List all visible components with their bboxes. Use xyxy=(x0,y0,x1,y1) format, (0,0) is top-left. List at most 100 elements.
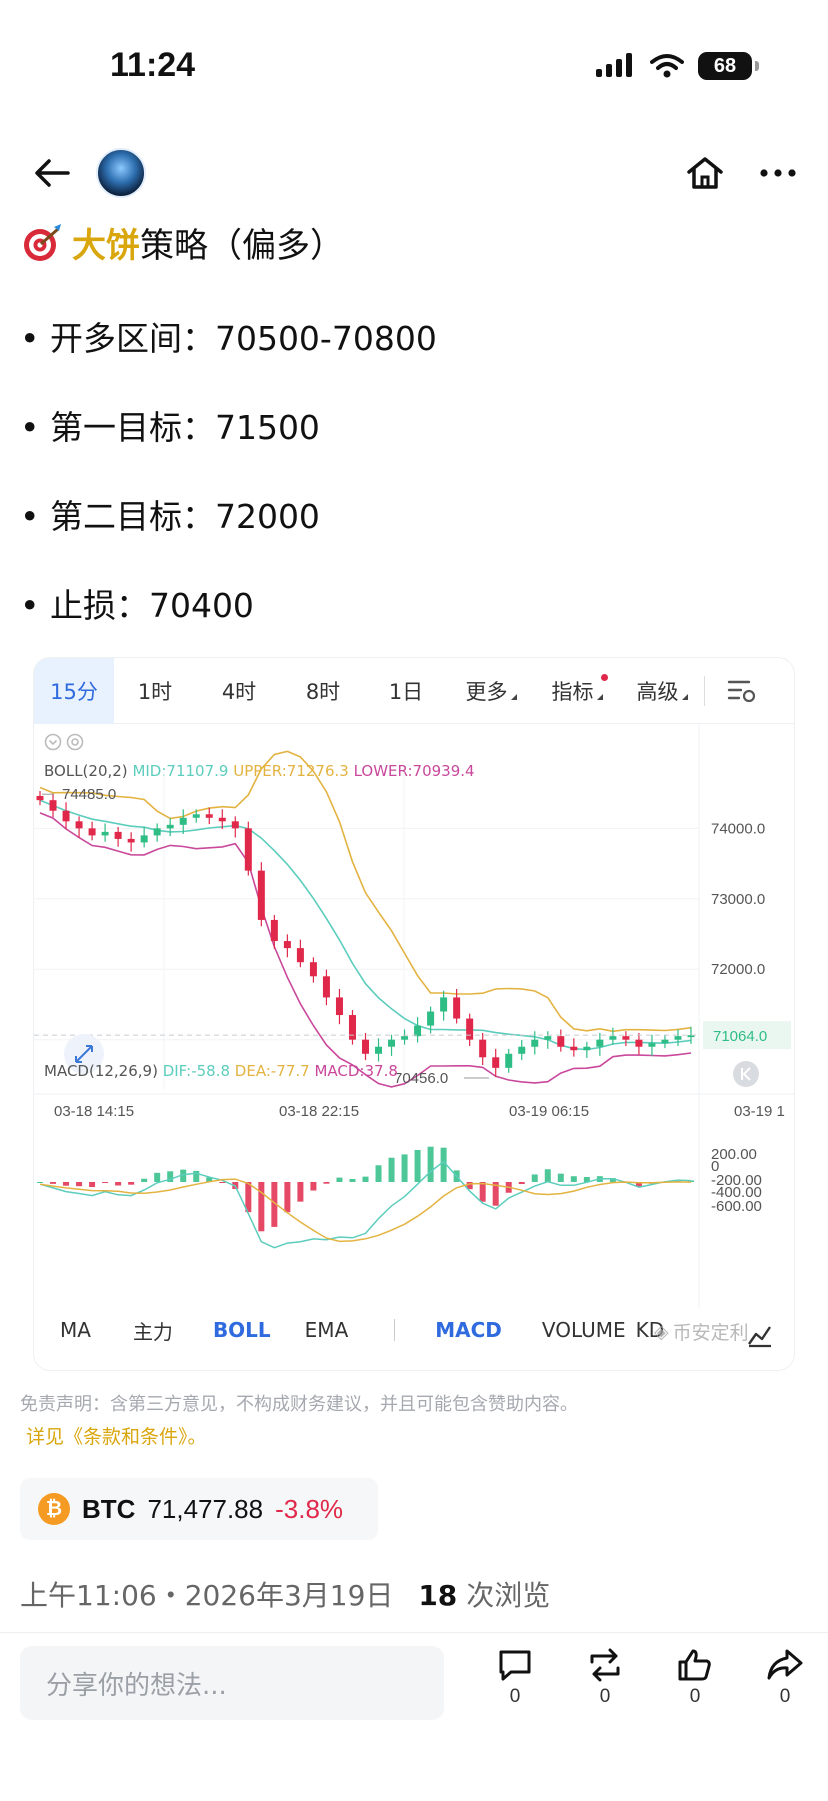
repost-button[interactable]: 0 xyxy=(575,1648,635,1708)
ind-tab-divider xyxy=(394,1319,396,1341)
macd-bar-up xyxy=(349,1178,356,1182)
macd-bar-up xyxy=(544,1169,551,1182)
time-axis-label: 03-18 14:15 xyxy=(54,1103,134,1120)
like-count: 0 xyxy=(689,1686,701,1707)
thumbs-up-icon xyxy=(678,1649,711,1681)
ind-tab-macd[interactable]: MACD xyxy=(435,1318,502,1342)
tab-8h[interactable]: 8时 xyxy=(282,658,364,724)
macd-bar-up xyxy=(375,1165,382,1182)
tab-more[interactable]: 更多 xyxy=(448,658,534,724)
chart-settings-icon[interactable] xyxy=(727,678,757,704)
candle-down xyxy=(75,821,83,829)
macd-bar-up xyxy=(336,1177,343,1182)
time-axis-label: 03-19 1 xyxy=(734,1103,785,1120)
comment-input[interactable]: 分享你的想法... xyxy=(20,1646,444,1720)
title-highlight: 大饼 xyxy=(72,226,140,266)
macd-legend-name: MACD(12,26,9) xyxy=(44,1062,158,1080)
candle-down xyxy=(62,810,70,822)
ind-tab-ema[interactable]: EMA xyxy=(305,1318,349,1342)
candle-up xyxy=(166,824,174,829)
candle-up xyxy=(609,1036,617,1040)
candle-up xyxy=(401,1036,409,1040)
macd-bar-up xyxy=(154,1172,161,1182)
home-icon[interactable] xyxy=(686,156,724,190)
tab-divider xyxy=(704,675,705,706)
share-button[interactable]: 0 xyxy=(755,1648,815,1708)
bullet-target-1: • 第一目标：71500 xyxy=(20,408,320,447)
tab-1d[interactable]: 1日 xyxy=(364,658,448,724)
bullet-stop-loss: • 止损：70400 xyxy=(20,586,254,625)
candle-down xyxy=(127,838,135,843)
reset-view-button xyxy=(733,1061,759,1087)
macd-bar-up xyxy=(570,1176,577,1182)
ind-tab-boll[interactable]: BOLL xyxy=(213,1318,271,1342)
ticker-symbol: BTC xyxy=(82,1493,136,1524)
candle-down xyxy=(362,1039,369,1054)
macd-legend-dea: DEA:-77.7 xyxy=(234,1062,310,1080)
share-icon xyxy=(767,1649,803,1680)
macd-bar-down xyxy=(219,1182,226,1183)
ind-tab-main-force[interactable]: 主力 xyxy=(133,1316,173,1345)
macd-dea-line xyxy=(39,1178,692,1243)
caret-icon xyxy=(510,693,517,700)
tab-indicators[interactable]: 指标 xyxy=(534,658,620,724)
watermark-text: 币安定利 xyxy=(672,1322,749,1344)
repost-icon xyxy=(590,1648,620,1682)
candle-down xyxy=(466,1018,474,1040)
price-axis-label: 73000.0 xyxy=(711,891,765,908)
boll-mid-line xyxy=(39,799,692,1051)
candle-down xyxy=(296,948,304,963)
candle-down xyxy=(49,800,57,811)
macd-legend-dif: DIF:-58.8 xyxy=(162,1062,231,1080)
macd-bar-up xyxy=(531,1174,538,1182)
last-price-tag: 71064.0 xyxy=(713,1028,767,1045)
candle-up xyxy=(375,1046,383,1054)
notification-dot xyxy=(601,673,608,681)
macd-bar-down xyxy=(479,1182,486,1202)
macd-bar-down xyxy=(50,1182,57,1184)
author-avatar[interactable] xyxy=(96,148,146,198)
macd-bar-up xyxy=(401,1154,408,1182)
tab-advanced[interactable]: 高级 xyxy=(620,658,704,724)
macd-bar-up xyxy=(388,1157,395,1182)
candlestick-chart[interactable]: 71064.0 74485.0 70456.0 74000.0 73000.0 72000… xyxy=(34,724,794,1308)
macd-bar-down xyxy=(297,1182,304,1202)
disclaimer-text: 免责声明：含第三方意见，不构成财务建议，并且可能包含赞助内容。 xyxy=(20,1394,578,1415)
view-count: 18 xyxy=(418,1579,458,1612)
macd-dif-line xyxy=(39,1160,692,1249)
terms-link[interactable]: 详见《条款和条件》。 xyxy=(26,1422,207,1449)
watermark: ◈ 币安定利 xyxy=(654,1318,749,1345)
candle-up xyxy=(544,1036,552,1040)
candle-up xyxy=(192,814,200,818)
macd-axis-label: -600.00 xyxy=(711,1198,762,1215)
title-text: 策略（偏多） xyxy=(140,226,344,266)
interval-tabs: 15分 1时 4时 8时 1日 更多 指标 高级 xyxy=(34,658,794,724)
macd-bar-up xyxy=(557,1173,564,1182)
candle-down xyxy=(635,1039,643,1047)
high-label: 74485.0 xyxy=(62,786,116,803)
tab-4h[interactable]: 4时 xyxy=(196,658,282,724)
bullet-entry-range: • 开多区间：70500-70800 xyxy=(20,319,437,358)
candle-down xyxy=(218,817,226,822)
tab-1h[interactable]: 1时 xyxy=(114,658,196,724)
macd-bar-down xyxy=(310,1182,317,1191)
comment-icon xyxy=(499,1650,531,1681)
candle-down xyxy=(283,941,291,949)
back-arrow-icon[interactable] xyxy=(34,158,70,188)
ind-tab-volume[interactable]: VOLUME xyxy=(542,1318,626,1342)
divider xyxy=(0,1632,828,1633)
candle-up xyxy=(531,1039,539,1047)
macd-bar-up xyxy=(37,1182,43,1183)
kline-chart-card[interactable]: 15分 1时 4时 8时 1日 更多 指标 高级 BOLL(20,2) MID:… xyxy=(34,658,794,1370)
comment-button[interactable]: 0 xyxy=(485,1648,545,1708)
bitcoin-icon: ₿ xyxy=(38,1493,70,1525)
like-button[interactable]: 0 xyxy=(665,1648,725,1708)
ind-tab-ma[interactable]: MA xyxy=(60,1318,91,1342)
more-icon[interactable] xyxy=(760,168,796,178)
tab-more-label: 更多 xyxy=(465,679,508,704)
chart-draw-icon[interactable] xyxy=(746,1322,774,1348)
candle-down xyxy=(88,828,96,836)
tab-15m[interactable]: 15分 xyxy=(34,658,114,724)
macd-bar-down xyxy=(258,1182,265,1232)
btc-ticker-chip[interactable]: ₿ BTC 71,477.88 -3.8% xyxy=(20,1478,378,1540)
